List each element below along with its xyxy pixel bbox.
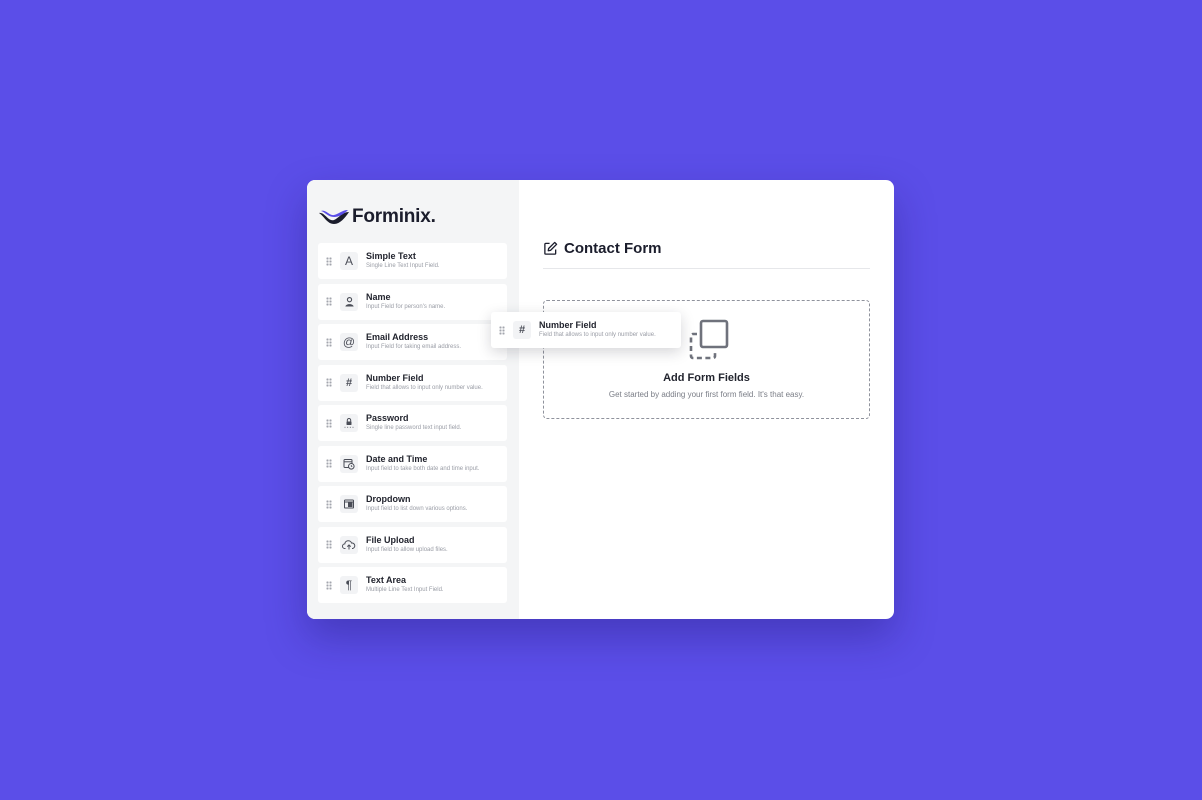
- field-desc: Field that allows to input only number v…: [539, 332, 656, 338]
- brand: Forminix.: [318, 204, 508, 230]
- calendar-clock-icon: [340, 454, 358, 473]
- dropdown-icon: [340, 495, 358, 513]
- field-title: File Upload: [366, 534, 415, 545]
- lock-icon: [340, 414, 358, 432]
- drag-handle-icon[interactable]: [326, 459, 332, 468]
- dragging-field-card[interactable]: # Number Field Field that allows to inpu…: [491, 312, 681, 348]
- field-item-name[interactable]: Name Input Field for person's name.: [318, 283, 507, 320]
- field-title: Date and Time: [366, 453, 428, 464]
- field-desc: Single Line Text Input Field.: [366, 263, 440, 269]
- field-desc: Input field to list down various options…: [366, 506, 468, 512]
- field-desc: Multiple Line Text Input Field.: [366, 587, 444, 593]
- field-title: Text Area: [366, 575, 407, 585]
- field-title: Number Field: [539, 320, 597, 330]
- drag-handle-icon[interactable]: [326, 337, 332, 347]
- app-window: Forminix. A Simple Text Single Line Text…: [307, 180, 894, 619]
- drag-handle-icon[interactable]: [499, 325, 505, 335]
- field-title: Dropdown: [366, 494, 411, 504]
- brand-name: Forminix.: [352, 206, 436, 227]
- field-item-date-and-time[interactable]: Date and Time Input field to take both d…: [318, 445, 507, 482]
- drag-handle-icon[interactable]: [326, 378, 332, 387]
- drag-handle-icon[interactable]: [326, 540, 332, 549]
- hash-icon: #: [340, 373, 358, 392]
- drag-handle-icon[interactable]: [326, 580, 332, 590]
- field-palette: A Simple Text Single Line Text Input Fie…: [318, 243, 508, 603]
- sidebar: Forminix. A Simple Text Single Line Text…: [307, 180, 519, 619]
- field-title: Simple Text: [366, 251, 416, 261]
- drag-handle-icon[interactable]: [326, 297, 332, 306]
- at-icon: @: [340, 333, 358, 351]
- cloud-upload-icon: [340, 535, 358, 554]
- drag-handle-icon[interactable]: [326, 256, 332, 266]
- hash-icon: #: [513, 321, 531, 339]
- letter-a-icon: A: [340, 252, 358, 270]
- field-item-email-address[interactable]: @ Email Address Input Field for taking e…: [318, 324, 507, 360]
- field-item-password[interactable]: Password Single line password text input…: [318, 405, 507, 441]
- pilcrow-icon: ¶: [340, 576, 358, 594]
- person-icon: [340, 292, 358, 311]
- field-desc: Input field to allow upload files.: [366, 546, 448, 553]
- field-item-simple-text[interactable]: A Simple Text Single Line Text Input Fie…: [318, 243, 507, 279]
- field-item-dropdown[interactable]: Dropdown Input field to list down variou…: [318, 486, 507, 522]
- form-canvas: Contact Form Add Form Fields Get started…: [519, 180, 894, 619]
- field-title: Name: [366, 291, 391, 302]
- add-field-icon: [689, 319, 728, 360]
- drag-handle-icon[interactable]: [326, 418, 332, 428]
- dropzone-title: Add Form Fields: [663, 372, 750, 384]
- field-title: Number Field: [366, 372, 424, 383]
- field-title: Email Address: [366, 332, 429, 342]
- brand-logo-icon: [319, 210, 349, 224]
- field-desc: Input field to take both date and time i…: [366, 465, 480, 472]
- field-desc: Input Field for person's name.: [366, 303, 446, 310]
- field-title: Password: [366, 413, 409, 423]
- form-header: Contact Form: [543, 238, 870, 258]
- dropzone-subtitle: Get started by adding your first form fi…: [608, 390, 805, 399]
- field-item-number-field[interactable]: # Number Field Field that allows to inpu…: [318, 364, 507, 401]
- field-item-file-upload[interactable]: File Upload Input field to allow upload …: [318, 526, 507, 563]
- drag-handle-icon[interactable]: [326, 499, 332, 509]
- field-desc: Single line password text input field.: [366, 425, 462, 431]
- field-desc: Field that allows to input only number v…: [366, 384, 483, 391]
- field-desc: Input Field for taking email address.: [366, 344, 462, 350]
- form-title[interactable]: Contact Form: [564, 240, 662, 257]
- field-item-text-area[interactable]: ¶ Text Area Multiple Line Text Input Fie…: [318, 567, 507, 603]
- divider: [543, 268, 870, 269]
- edit-icon[interactable]: [543, 241, 558, 256]
